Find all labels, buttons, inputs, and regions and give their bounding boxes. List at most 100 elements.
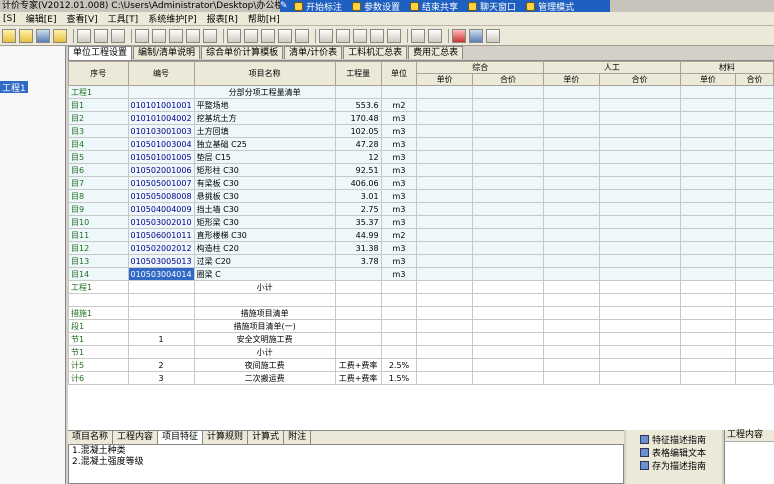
row-unit[interactable]: m3 — [380, 254, 418, 268]
row-seq[interactable]: 目4 — [68, 137, 129, 151]
row-cell[interactable] — [471, 215, 545, 229]
row-qty[interactable]: 35.37 — [334, 215, 382, 229]
row-cell[interactable] — [543, 267, 600, 281]
row-unit[interactable]: m3 — [380, 137, 418, 151]
start-mark-button[interactable]: 开始标注 — [294, 0, 342, 13]
row-cell[interactable] — [735, 306, 774, 320]
row-cell[interactable] — [471, 332, 545, 346]
row-qty[interactable]: 12 — [334, 150, 382, 164]
row-code[interactable] — [127, 345, 195, 359]
row-cell[interactable] — [598, 163, 681, 177]
row-cell[interactable] — [416, 332, 473, 346]
row-qty[interactable]: 工费+费率 — [334, 371, 382, 385]
table-row[interactable]: 节1 1 安全文明施工费 — [68, 332, 774, 346]
row-name[interactable]: 夜间施工费 — [193, 358, 336, 372]
row-seq[interactable]: 段1 — [68, 319, 129, 333]
table-edit-button[interactable]: 表格编辑文本 — [626, 446, 722, 459]
row-cell[interactable] — [735, 332, 774, 346]
tree-node[interactable]: 工程1 — [68, 280, 129, 294]
table-row[interactable]: 目3 010103001003 土方回填 102.05 m3 — [68, 124, 774, 138]
row-qty[interactable]: 92.51 — [334, 163, 382, 177]
table-row[interactable]: 目4 010501003004 独立基础 C25 47.28 m3 — [68, 137, 774, 151]
column-icon[interactable] — [261, 28, 275, 43]
table-row[interactable]: 段1 措施项目清单(一) — [68, 319, 774, 333]
row-qty[interactable]: 工费+费率 — [334, 358, 382, 372]
row-cell[interactable] — [471, 241, 545, 255]
row-code[interactable]: 010501001005 — [127, 150, 195, 164]
row-cell[interactable] — [543, 137, 600, 151]
row-code[interactable]: 010505008008 — [127, 189, 195, 203]
row-cell[interactable] — [598, 124, 681, 138]
tab-formula[interactable]: 计算式 — [248, 431, 285, 444]
undo-icon[interactable] — [135, 28, 149, 43]
row-code[interactable]: 010502002012 — [127, 241, 195, 255]
tab-work-content[interactable]: 工程内容 — [113, 431, 159, 444]
menu-report[interactable]: 报表[R] — [207, 12, 238, 25]
row-cell[interactable] — [471, 189, 545, 203]
row-name[interactable]: 构造柱 C20 — [193, 241, 336, 255]
row-cell[interactable] — [543, 98, 600, 112]
row-unit[interactable]: m3 — [380, 111, 418, 125]
row-code[interactable]: 010502001006 — [127, 163, 195, 177]
row-cell[interactable] — [679, 241, 737, 255]
tab-unit-price-template[interactable]: 综合单价计算模板 — [201, 46, 284, 59]
row-name[interactable]: 矩形柱 C30 — [193, 163, 336, 177]
row-name[interactable]: 悬挑板 C30 — [193, 189, 336, 203]
row-name[interactable]: 土方回填 — [193, 124, 336, 138]
row-unit[interactable]: m2 — [380, 98, 418, 112]
filter-icon[interactable] — [169, 28, 183, 43]
row-cell[interactable] — [598, 98, 681, 112]
merge-icon[interactable] — [295, 28, 309, 43]
row-unit[interactable] — [380, 345, 418, 359]
row-cell[interactable] — [543, 124, 600, 138]
row-code[interactable]: 010503002010 — [127, 215, 195, 229]
row-seq[interactable]: 目12 — [68, 241, 129, 255]
row-cell[interactable] — [598, 241, 681, 255]
row-unit[interactable] — [380, 332, 418, 346]
subtotal-row[interactable]: 工程1 小计 — [68, 280, 774, 294]
row-name[interactable]: 过梁 C20 — [193, 254, 336, 268]
row-unit[interactable]: 1.5% — [380, 371, 418, 385]
tool-icon[interactable] — [452, 28, 466, 43]
row-unit[interactable]: m3 — [380, 215, 418, 229]
table-row[interactable]: 目1 010101001001 平整场地 553.6 m2 — [68, 98, 774, 112]
table-row[interactable]: 目9 010504004009 挡土墙 C30 2.75 m3 — [68, 202, 774, 216]
item-icon[interactable] — [319, 28, 333, 43]
row-cell[interactable] — [679, 202, 737, 216]
row-cell[interactable] — [471, 306, 545, 320]
row-code[interactable]: 010505001007 — [127, 176, 195, 190]
table-row[interactable]: 目5 010501001005 垫层 C15 12 m3 — [68, 150, 774, 164]
grid-icon[interactable] — [227, 28, 241, 43]
row-cell[interactable] — [543, 371, 600, 385]
row-cell[interactable] — [679, 332, 737, 346]
row-cell[interactable] — [416, 202, 473, 216]
row-seq[interactable]: 目13 — [68, 254, 129, 268]
row-cell[interactable] — [543, 202, 600, 216]
row-cell[interactable] — [735, 111, 774, 125]
pin-icon[interactable]: ✎ — [280, 1, 294, 11]
row-seq[interactable]: 目11 — [68, 228, 129, 242]
row-cell[interactable] — [543, 306, 600, 320]
list-icon[interactable] — [111, 28, 125, 43]
row-cell[interactable] — [471, 111, 545, 125]
row-cell[interactable] — [416, 98, 473, 112]
row-cell[interactable] — [735, 215, 774, 229]
row-cell[interactable] — [416, 111, 473, 125]
row-cell[interactable] — [543, 254, 600, 268]
tab-unit-settings[interactable]: 单位工程设置 — [68, 46, 133, 60]
row-code[interactable]: 2 — [127, 358, 195, 372]
row-cell[interactable] — [735, 345, 774, 359]
end-share-button[interactable]: 结束共享 — [410, 0, 458, 13]
row-cell[interactable] — [735, 189, 774, 203]
row-name[interactable]: 二次搬运费 — [193, 371, 336, 385]
row-cell[interactable] — [471, 202, 545, 216]
tab-bill-valuation[interactable]: 清单/计价表 — [284, 46, 343, 59]
row-code[interactable]: 1 — [127, 332, 195, 346]
table-row[interactable]: 目12 010502002012 构造柱 C20 31.38 m3 — [68, 241, 774, 255]
row-cell[interactable] — [735, 228, 774, 242]
row-cell[interactable] — [598, 150, 681, 164]
row-cell[interactable] — [471, 137, 545, 151]
menu-view[interactable]: 查看[V] — [66, 12, 97, 25]
row-code[interactable]: 010503004014 — [127, 267, 195, 281]
row-cell[interactable] — [735, 176, 774, 190]
